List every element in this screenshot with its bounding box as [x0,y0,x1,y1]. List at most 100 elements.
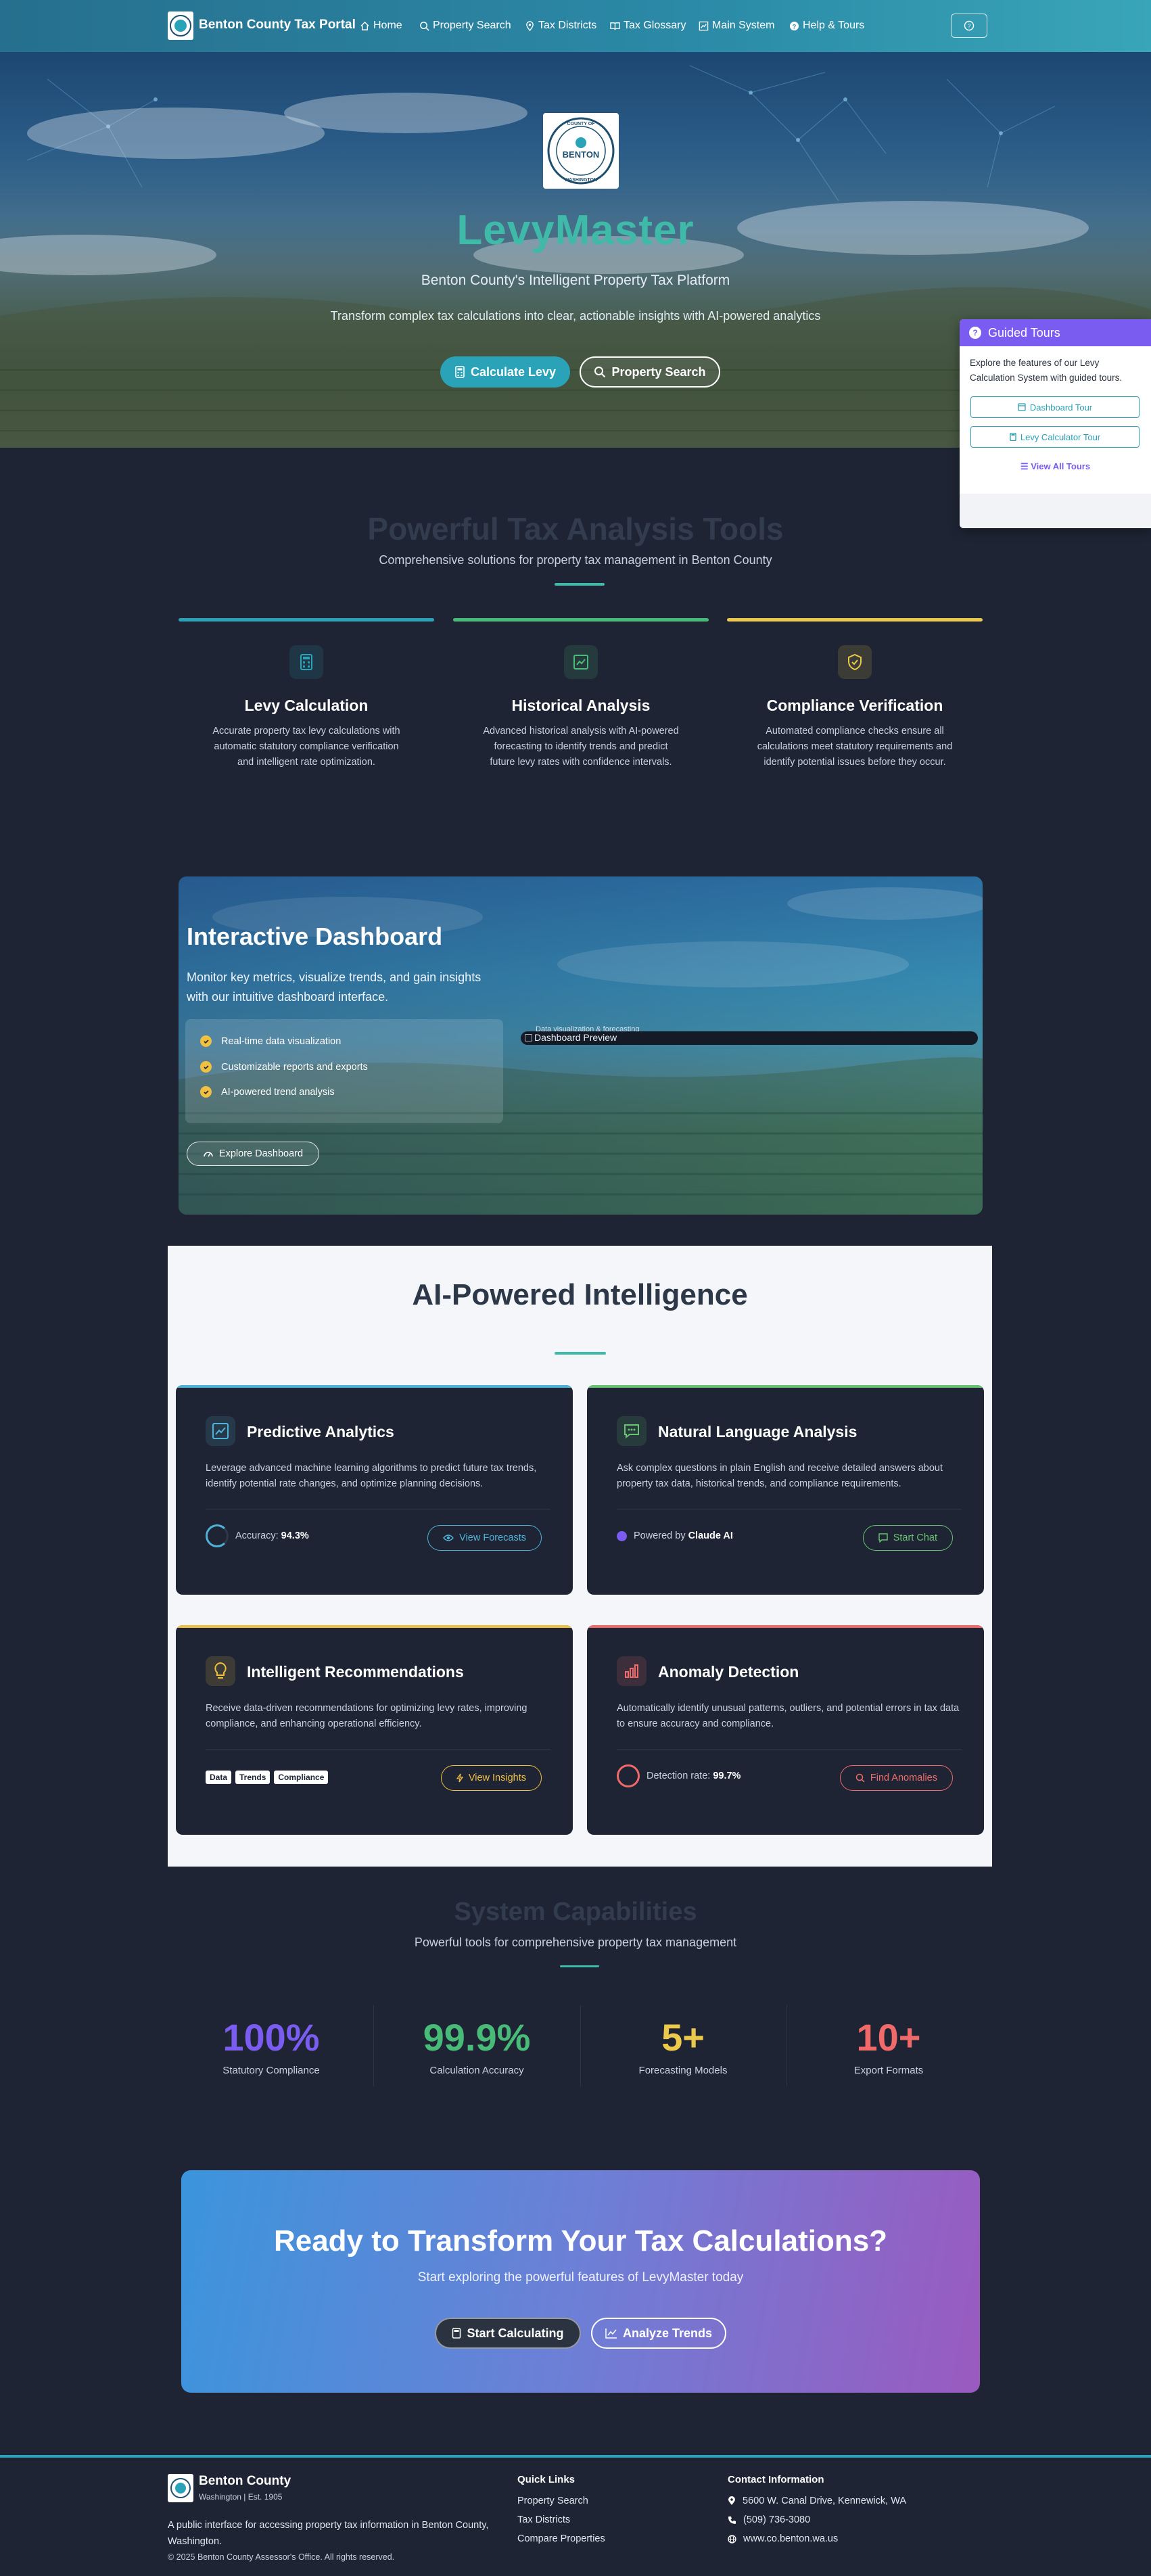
trend-chart-icon [206,1416,235,1446]
trend-chart-icon [605,2328,617,2339]
property-search-button[interactable]: Property Search [580,356,720,388]
calculate-levy-button[interactable]: Calculate Levy [440,356,570,388]
eye-icon [443,1535,454,1541]
footer-org-name: Benton County [199,2474,291,2488]
section-divider [555,1352,606,1355]
tours-description: Explore the features of our Levy Calcula… [970,358,1123,383]
detection-ring-icon [617,1764,640,1787]
view-insights-button[interactable]: View Insights [440,1765,542,1791]
metric-value: 94.3% [281,1530,309,1541]
footer-link-property-search[interactable]: Property Search [517,2496,588,2506]
footer-link-compare-properties[interactable]: Compare Properties [517,2533,605,2544]
view-all-tours-link[interactable]: ☰ View All Tours [960,461,1151,472]
metric-value: 99.7% [713,1771,741,1781]
nav-tax-districts[interactable]: Tax Districts [525,20,596,32]
card-divider [617,1749,962,1750]
stat-value: 5+ [661,2016,705,2059]
card-description: Automated compliance checks ensure all c… [757,726,953,768]
capabilities-title: System Capabilities [454,1898,697,1926]
feature-label: Real-time data visualization [221,1035,342,1047]
nav-help-tours[interactable]: ? Help & Tours [789,20,864,32]
footer-org-sub: Washington | Est. 1905 [199,2492,283,2502]
tools-subtitle: Comprehensive solutions for property tax… [379,553,772,567]
contact-website[interactable]: www.co.benton.wa.us [728,2533,838,2544]
card-title: Predictive Analytics [247,1423,394,1441]
button-label: View Insights [468,1773,526,1783]
county-logo[interactable] [168,11,193,40]
stat-separator [373,2005,374,2086]
shield-check-icon [838,645,872,679]
feature-label: Customizable reports and exports [221,1061,368,1073]
section-divider [560,1965,599,1967]
card-description: Leverage advanced machine learning algor… [206,1463,537,1489]
ai-card-predictive-analytics: Predictive Analytics Leverage advanced m… [176,1385,573,1595]
start-chat-button[interactable]: Start Chat [862,1525,953,1551]
tool-card-historical-analysis[interactable]: Historical Analysis Advanced historical … [453,618,709,794]
contact-phone[interactable]: (509) 736-3080 [728,2514,810,2525]
card-tags: Data Trends Compliance [206,1771,329,1784]
ai-card-anomaly-detection: Anomaly Detection Automatically identify… [587,1625,984,1835]
cta-subtitle: Start exploring the powerful features of… [417,2270,744,2285]
footer-link-tax-districts[interactable]: Tax Districts [517,2514,570,2525]
card-title: Natural Language Analysis [658,1423,858,1441]
home-icon [360,21,369,30]
tours-header[interactable]: ? Guided Tours [960,319,1151,346]
search-icon [594,367,606,378]
accuracy-ring-icon [206,1524,229,1547]
levy-calculator-tour-button[interactable]: Levy Calculator Tour [970,426,1140,448]
tool-card-compliance-verification[interactable]: Compliance Verification Automated compli… [727,618,983,794]
dashboard-promo: Interactive Dashboard Monitor key metric… [179,876,983,1215]
analyze-trends-button[interactable]: Analyze Trends [591,2318,726,2349]
calculator-icon [289,645,323,679]
dashboard-feature-list: Real-time data visualization Customizabl… [185,1019,503,1123]
hero-title: LevyMaster [456,207,695,254]
ai-title: AI-Powered Intelligence [412,1278,748,1311]
nav-property-search[interactable]: Property Search [419,20,511,32]
metric-label: Accuracy: [235,1530,279,1541]
card-title: Historical Analysis [511,697,651,714]
button-label: Start Chat [893,1532,937,1543]
svg-text:?: ? [793,23,797,30]
portal-brand[interactable]: Benton County Tax Portal [199,18,356,32]
dashboard-description: Monitor key metrics, visualize trends, a… [187,970,481,1004]
button-label: Analyze Trends [622,2326,713,2340]
button-label: Find Anomalies [870,1773,937,1783]
card-accent [453,618,709,622]
contact-title: Contact Information [728,2474,824,2485]
stat-separator [580,2005,581,2086]
help-button[interactable]: ? [951,14,987,38]
guided-tours-panel: ? Guided Tours Explore the features of o… [960,319,1151,528]
start-calculating-button[interactable]: Start Calculating [435,2318,581,2349]
explore-dashboard-button[interactable]: Explore Dashboard [187,1142,319,1166]
tool-card-levy-calculation[interactable]: Levy Calculation Accurate property tax l… [179,618,434,794]
button-label: Explore Dashboard [218,1148,304,1159]
calculator-icon [455,366,465,378]
nav-main-system[interactable]: Main System [699,20,774,32]
help-circle-icon: ? [964,20,974,31]
contact-value: 5600 W. Canal Drive, Kennewick, WA [743,2496,907,2506]
dashboard-icon [1018,403,1026,411]
tag-compliance: Compliance [274,1771,329,1784]
button-label: View Forecasts [459,1532,526,1543]
card-title: Anomaly Detection [658,1663,799,1681]
view-forecasts-button[interactable]: View Forecasts [427,1525,542,1551]
nav-home[interactable]: Home [360,20,402,32]
card-metric: Detection rate: 99.7% [617,1764,741,1787]
nav-tax-glossary[interactable]: Tax Glossary [610,20,686,32]
feature-item: Customizable reports and exports [200,1061,368,1073]
phone-icon [728,2516,736,2524]
ai-card-natural-language: Natural Language Analysis Ask complex qu… [587,1385,984,1595]
tag-data: Data [206,1771,232,1784]
card-description: Advanced historical analysis with AI-pow… [483,726,679,768]
ai-card-recommendations: Intelligent Recommendations Receive data… [176,1625,573,1835]
site-footer: Benton County Washington | Est. 1905 A p… [0,2455,1151,2576]
find-anomalies-button[interactable]: Find Anomalies [839,1765,953,1791]
top-navbar: Benton County Tax Portal Home Property S… [0,0,1151,52]
claude-logo-icon [617,1530,627,1541]
contact-value: www.co.benton.wa.us [743,2533,839,2544]
dashboard-tour-button[interactable]: Dashboard Tour [970,396,1140,418]
quick-links-title: Quick Links [517,2474,576,2485]
calculator-icon [452,2328,461,2339]
card-title: Compliance Verification [766,697,943,714]
search-icon [420,21,429,31]
